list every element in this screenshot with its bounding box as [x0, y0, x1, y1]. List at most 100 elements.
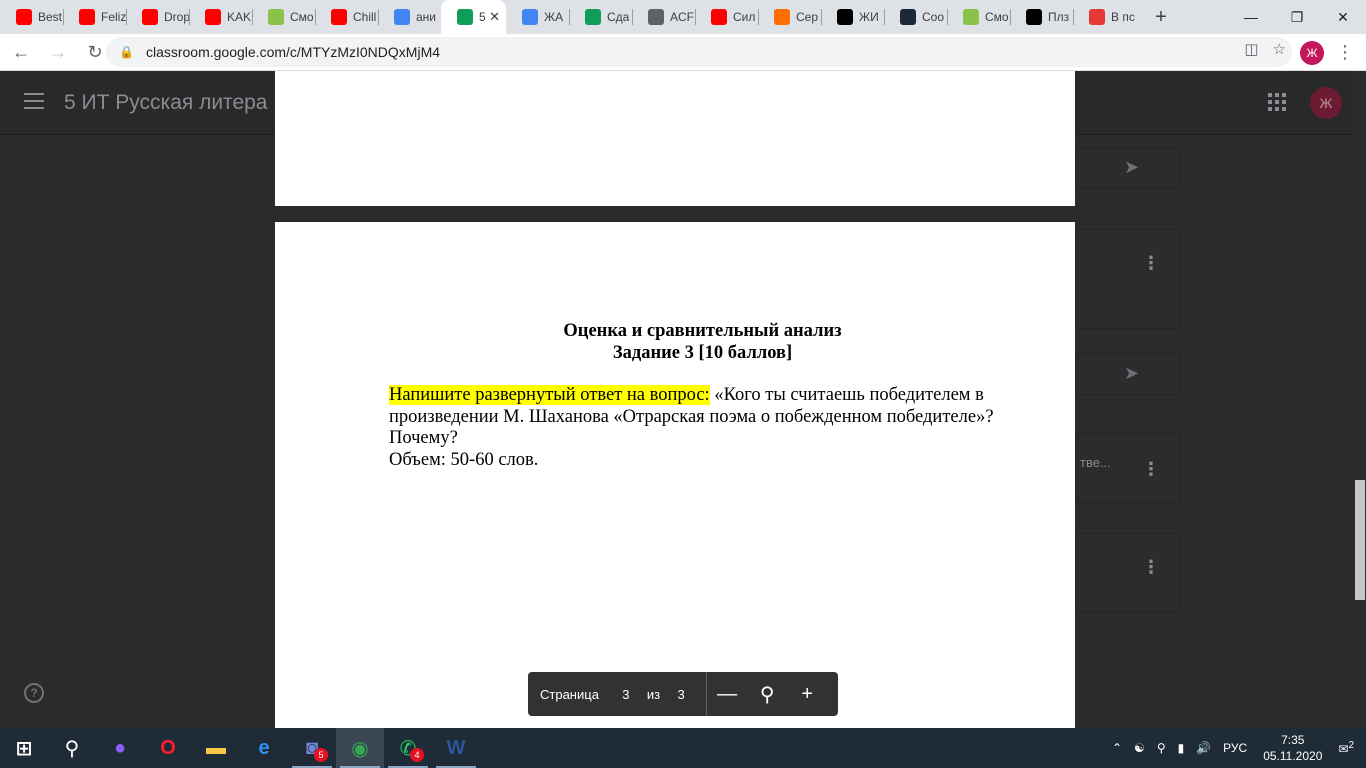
browser-tab[interactable]: Feliz	[63, 0, 126, 34]
course-title[interactable]: 5 ИТ Русская литера	[64, 91, 267, 115]
stream-card	[1075, 533, 1180, 613]
document-heading: Оценка и сравнительный анализ Задание 3 …	[275, 320, 1130, 364]
taskbar-apps: ⊞ ⚲ ● O ▬ e ◙ 5 ◉ ✆ 4 W	[0, 728, 480, 768]
taskbar-app[interactable]: ◙ 5	[288, 728, 336, 768]
browser-tab[interactable]: Сда	[569, 0, 632, 34]
back-button[interactable]: ←	[5, 36, 37, 68]
taskbar-app[interactable]: O	[144, 728, 192, 768]
taskbar-app[interactable]: ⊞	[0, 728, 48, 768]
taskbar-app[interactable]: e	[240, 728, 288, 768]
profile-avatar[interactable]: Ж	[1300, 41, 1324, 65]
hamburger-menu-icon[interactable]	[24, 93, 44, 114]
lock-icon: 🔒	[119, 45, 134, 59]
clock-time: 7:35	[1281, 733, 1305, 747]
notification-count: 2	[1348, 740, 1354, 751]
browser-tab[interactable]: Drop	[126, 0, 189, 34]
browser-tab[interactable]: Best	[0, 0, 63, 34]
taskbar-app[interactable]: ▬	[192, 728, 240, 768]
browser-tab[interactable]: В пс	[1073, 0, 1136, 34]
browser-toolbar: ← → ↻ 🔒 classroom.google.com/c/MTYzMzI0N…	[0, 34, 1366, 71]
tab-title: ЖА	[544, 10, 564, 24]
volume-icon[interactable]: 🔊	[1196, 741, 1211, 755]
zoom-out-button[interactable]: —	[707, 683, 747, 706]
tab-title: Drop	[164, 10, 189, 24]
browser-tab[interactable]: Сер	[758, 0, 821, 34]
notifications-icon[interactable]: ✉2	[1338, 740, 1354, 756]
page-label: Страница	[540, 686, 599, 702]
browser-tab[interactable]: ЖА	[506, 0, 569, 34]
of-label: из	[646, 686, 661, 702]
show-hidden-icons-icon[interactable]: ⌃	[1112, 741, 1122, 755]
scrollbar-track[interactable]	[1353, 71, 1366, 728]
docs-icon	[522, 9, 538, 25]
more-options-icon[interactable]: ⋮	[1142, 253, 1160, 274]
clock[interactable]: 7:35 05.11.2020	[1263, 732, 1322, 764]
close-tab-icon[interactable]: ✕	[489, 9, 500, 25]
browser-tab[interactable]: 5 ✕	[441, 0, 506, 34]
system-tray: ⌃ ☯ ⚲ ▮ 🔊 РУС 7:35 05.11.2020 ✉2	[1106, 728, 1366, 768]
zoom-in-button[interactable]: +	[787, 683, 827, 706]
tab-title: 5	[479, 10, 486, 24]
close-window-button[interactable]: ✕	[1320, 0, 1366, 34]
bookmark-star-icon[interactable]: ☆	[1273, 40, 1286, 58]
cast-icon[interactable]: ◫	[1244, 40, 1258, 58]
minimize-button[interactable]: —	[1228, 0, 1274, 34]
send-icon[interactable]: ➤	[1124, 157, 1139, 178]
tab-title: В пс	[1111, 10, 1135, 24]
tab-title: ани	[416, 10, 437, 24]
folder-icon: ▬	[206, 736, 226, 759]
account-avatar[interactable]: Ж	[1310, 87, 1342, 119]
browser-tab[interactable]: ЖИ	[821, 0, 884, 34]
restore-button[interactable]: ❐	[1274, 0, 1320, 34]
browser-tab[interactable]: Смо	[252, 0, 315, 34]
network-icon[interactable]: ☯	[1134, 741, 1145, 755]
browser-tab[interactable]: Плз	[1010, 0, 1073, 34]
web-icon	[774, 9, 790, 25]
search-icon: ⚲	[64, 737, 80, 760]
pdf-page-controls: Страница 3 из 3 — ⚲ +	[528, 672, 838, 716]
browser-tab[interactable]: Соо	[884, 0, 947, 34]
current-page-number[interactable]: 3	[611, 687, 641, 702]
taskbar-app[interactable]: W	[432, 728, 480, 768]
classroom-icon	[457, 9, 473, 25]
youtube-icon	[711, 9, 727, 25]
stream-card	[1075, 229, 1180, 329]
send-icon[interactable]: ➤	[1124, 363, 1139, 384]
volume-requirement: Объем: 50-60 слов.	[389, 449, 539, 470]
web-icon	[963, 9, 979, 25]
scrollbar-thumb[interactable]	[1355, 480, 1365, 600]
taskbar-app[interactable]: ✆ 4	[384, 728, 432, 768]
browser-tab-strip: Best Feliz Drop KAK Смо Chill ани 5 ✕ ЖА Сда ACF Сил…	[0, 0, 1366, 34]
browser-tab[interactable]: KAK	[189, 0, 252, 34]
windows-taskbar: ⊞ ⚲ ● O ▬ e ◙ 5 ◉ ✆ 4 W ⌃ ☯ ⚲ ▮ 🔊 РУС 7:35 05.11.20…	[0, 728, 1366, 768]
opera-icon: O	[160, 736, 176, 759]
browser-tab[interactable]: Сил	[695, 0, 758, 34]
zoom-icon: ⚲	[759, 683, 775, 706]
youtube-icon	[142, 9, 158, 25]
bluetooth-icon[interactable]: ⚲	[1157, 741, 1166, 755]
browser-tab[interactable]: ани	[378, 0, 441, 34]
google-icon	[394, 9, 410, 25]
browser-tab[interactable]: Chill	[315, 0, 378, 34]
youtube-icon	[205, 9, 221, 25]
battery-icon[interactable]: ▮	[1178, 741, 1185, 755]
taskbar-app[interactable]: ◉	[336, 728, 384, 768]
forward-button[interactable]: →	[42, 36, 74, 68]
web-icon	[1089, 9, 1105, 25]
taskbar-app[interactable]: ⚲	[48, 728, 96, 768]
browser-menu-icon[interactable]: ⋮	[1336, 42, 1354, 63]
more-options-icon[interactable]: ⋮	[1142, 557, 1160, 578]
tab-title: ЖИ	[859, 10, 879, 24]
address-bar[interactable]: 🔒 classroom.google.com/c/MTYzMzI0NDQxMjM…	[106, 37, 1292, 67]
browser-tab[interactable]: ACF	[632, 0, 695, 34]
more-options-icon[interactable]: ⋮	[1142, 459, 1160, 480]
browser-tab[interactable]: Смо	[947, 0, 1010, 34]
apps-grid-icon[interactable]	[1268, 93, 1286, 111]
new-tab-button[interactable]: +	[1146, 0, 1176, 34]
help-icon[interactable]: ?	[24, 683, 44, 703]
tab-title: Сда	[607, 10, 630, 24]
omnibox-actions: ◫ ☆	[1244, 40, 1286, 58]
taskbar-app[interactable]: ●	[96, 728, 144, 768]
language-indicator[interactable]: РУС	[1223, 741, 1247, 755]
steam-icon	[900, 9, 916, 25]
